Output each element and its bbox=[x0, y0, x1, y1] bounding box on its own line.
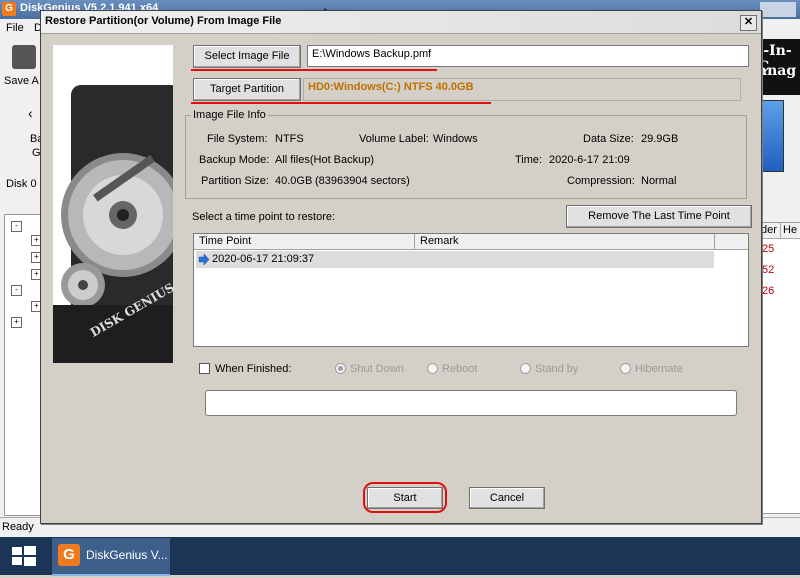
backup-mode-value: All files(Hot Backup) bbox=[275, 154, 375, 166]
cancel-button[interactable]: Cancel bbox=[469, 487, 545, 509]
column-header-filler bbox=[715, 234, 748, 250]
app-logo-icon: G bbox=[2, 2, 16, 16]
list-item[interactable]: 2020-06-17 21:09:37 bbox=[196, 251, 714, 268]
compression-label: Compression: bbox=[567, 175, 635, 187]
tree-collapse-icon[interactable]: - bbox=[11, 285, 22, 296]
time-point-value: 2020-06-17 21:09:37 bbox=[212, 253, 315, 265]
column-header-he[interactable]: He bbox=[781, 223, 800, 239]
shut-down-radio[interactable] bbox=[335, 363, 346, 374]
disk-tree[interactable]: - + + + - + + bbox=[4, 214, 42, 516]
target-partition-button[interactable]: Target Partition bbox=[193, 78, 301, 101]
select-time-prompt: Select a time point to restore: bbox=[192, 211, 336, 223]
column-header-der[interactable]: der bbox=[759, 223, 781, 239]
dialog-title: Restore Partition(or Volume) From Image … bbox=[45, 15, 282, 27]
reboot-label: Reboot bbox=[442, 363, 478, 375]
window-controls[interactable] bbox=[760, 2, 796, 17]
data-size-label: Data Size: bbox=[583, 133, 634, 145]
red-underline bbox=[191, 69, 437, 71]
remove-last-time-point-button[interactable]: Remove The Last Time Point bbox=[566, 205, 752, 228]
column-header-remark[interactable]: Remark bbox=[415, 234, 715, 250]
save-all-button[interactable]: Save A bbox=[4, 75, 39, 87]
taskbar-app-label: DiskGenius V... bbox=[86, 548, 168, 562]
time-label: Time: bbox=[515, 154, 543, 166]
progress-bar bbox=[205, 390, 737, 416]
table-cell: 52 bbox=[762, 264, 775, 276]
table-cell: 25 bbox=[762, 243, 775, 255]
status-text: Ready bbox=[2, 521, 34, 533]
windows-start-button[interactable] bbox=[0, 537, 48, 575]
backup-mode-label: Backup Mode: bbox=[199, 154, 270, 166]
compression-value: Normal bbox=[641, 175, 677, 187]
volume-label-value: Windows bbox=[433, 133, 478, 145]
partition-table[interactable]: der He 25 52 26 bbox=[758, 222, 800, 514]
sectors-value: (83963904 sectors) bbox=[315, 175, 410, 187]
when-finished-label: When Finished: bbox=[215, 363, 292, 375]
shut-down-label: Shut Down bbox=[350, 363, 404, 375]
diskgenius-icon: G bbox=[58, 544, 80, 566]
time-point-list[interactable]: Time Point Remark 2020-06-17 21:09:37 bbox=[193, 233, 749, 347]
close-button[interactable]: ✕ bbox=[740, 15, 757, 31]
column-header-time-point[interactable]: Time Point bbox=[194, 234, 415, 250]
hibernate-radio[interactable] bbox=[620, 363, 631, 374]
stand-by-radio[interactable] bbox=[520, 363, 531, 374]
image-file-info-title: Image File Info bbox=[191, 109, 268, 121]
capacity-bar bbox=[762, 100, 784, 172]
restore-dialog: Restore Partition(or Volume) From Image … bbox=[40, 10, 762, 524]
tree-collapse-icon[interactable]: - bbox=[11, 221, 22, 232]
reboot-radio[interactable] bbox=[427, 363, 438, 374]
when-finished-checkbox[interactable] bbox=[199, 363, 210, 374]
fs-value: NTFS bbox=[275, 133, 304, 145]
volume-label-label: Volume Label: bbox=[359, 133, 429, 145]
back-arrow-icon[interactable]: ‹ bbox=[28, 105, 33, 121]
time-value: 2020-6-17 21:09 bbox=[549, 154, 630, 166]
windows-logo-icon[interactable] bbox=[0, 537, 48, 575]
partition-size-value: 40.0GB bbox=[275, 175, 313, 187]
target-partition-field: HD0:Windows(C:) NTFS 40.0GB bbox=[303, 78, 741, 101]
save-icon[interactable] bbox=[12, 45, 36, 69]
menu-file[interactable]: File bbox=[6, 22, 24, 34]
select-image-file-button[interactable]: Select Image File bbox=[193, 45, 301, 68]
image-path-field[interactable]: E:\Windows Backup.pmf bbox=[307, 45, 749, 67]
partition-size-label: Partition Size: bbox=[201, 175, 269, 187]
start-highlight-ring bbox=[363, 482, 447, 513]
data-size-value: 29.9GB bbox=[641, 133, 679, 145]
stand-by-label: Stand by bbox=[535, 363, 579, 375]
hibernate-label: Hibernate bbox=[635, 363, 683, 375]
taskbar-app-button[interactable]: G DiskGenius V... bbox=[52, 538, 170, 576]
radio-dot-icon bbox=[338, 366, 343, 371]
disk-label: Disk 0 bbox=[6, 178, 37, 190]
fs-label: File System: bbox=[207, 133, 268, 145]
table-cell: 26 bbox=[762, 285, 775, 297]
disk-genius-artwork: DISK GENIUS bbox=[53, 45, 173, 363]
arrow-right-icon bbox=[198, 254, 210, 265]
tree-expand-icon[interactable]: + bbox=[11, 317, 22, 328]
promo-banner: l-In-C anag bbox=[756, 39, 800, 95]
red-underline bbox=[191, 102, 491, 104]
